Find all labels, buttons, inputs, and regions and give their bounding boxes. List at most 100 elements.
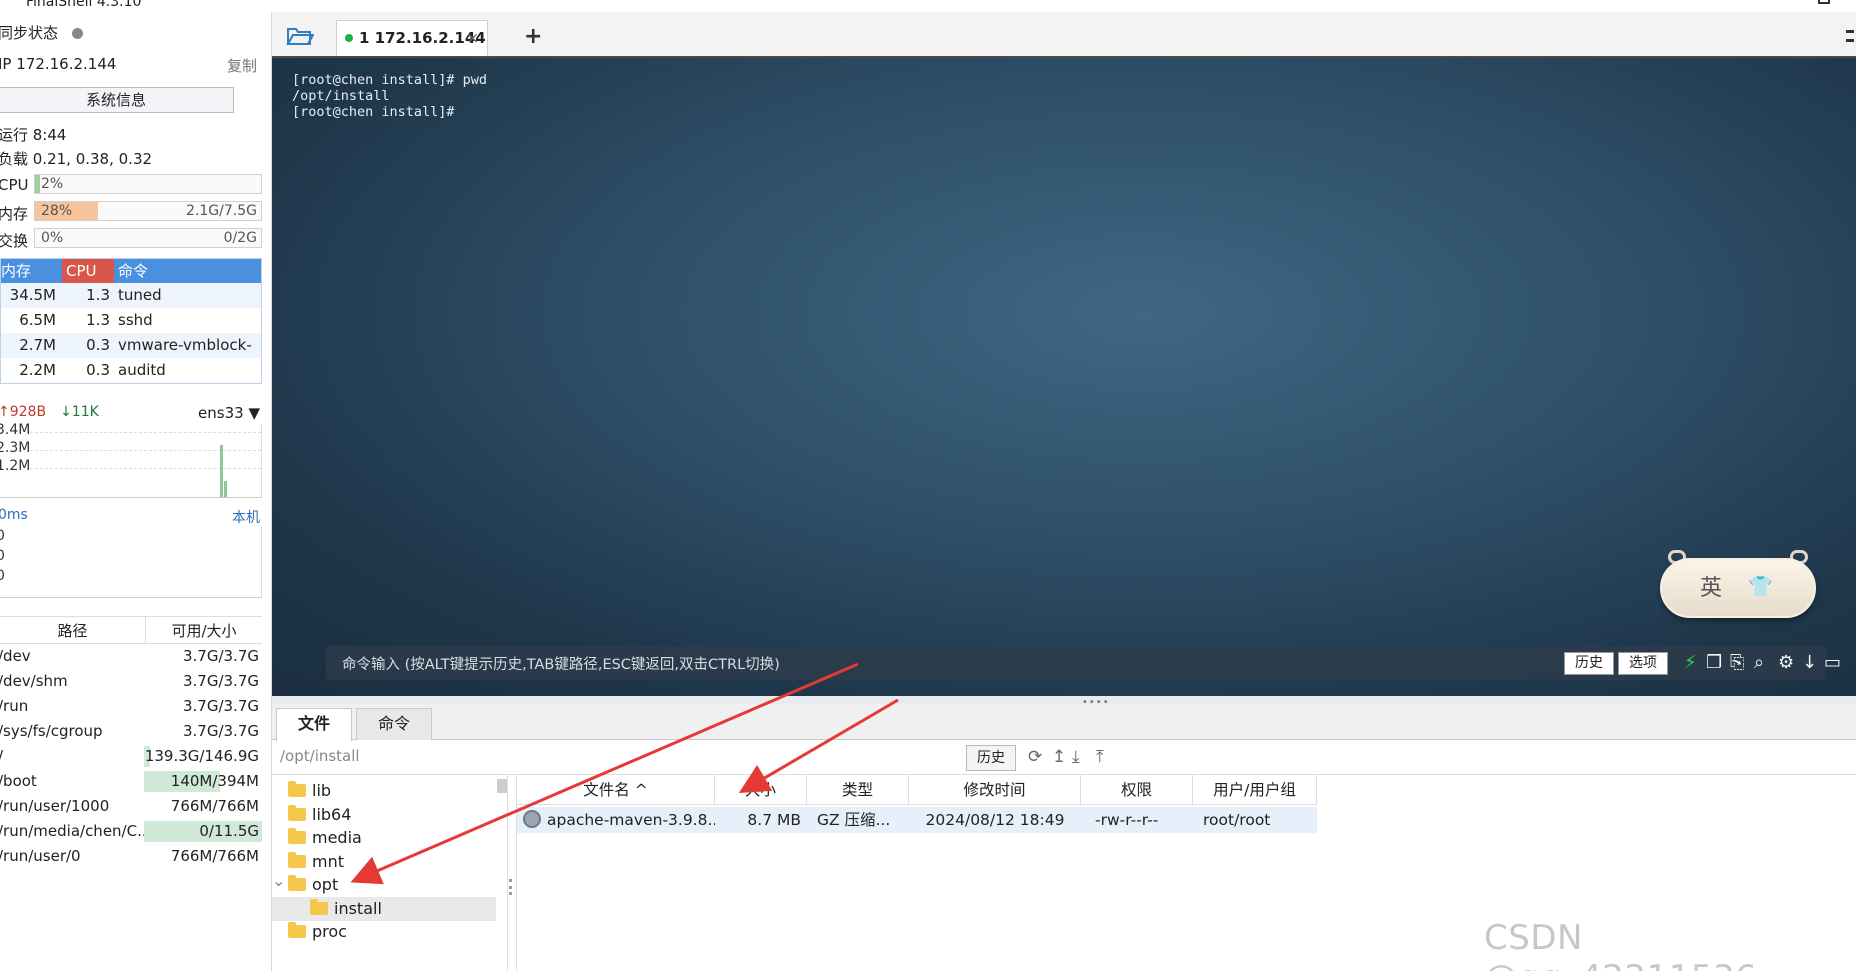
command-input[interactable]: 命令输入 (按ALT键提示历史,TAB键路径,ESC键返回,双击CTRL切换) bbox=[342, 653, 780, 674]
mem-column-header[interactable]: 内存 bbox=[1, 259, 62, 283]
disk-path: /run/user/0 bbox=[0, 847, 81, 865]
disk-row[interactable]: /run 3.7G/3.7G bbox=[0, 694, 262, 719]
upload-icon[interactable]: ⤒ bbox=[1096, 747, 1104, 767]
disk-row[interactable]: /dev/shm 3.7G/3.7G bbox=[0, 669, 262, 694]
disk-size-cell: 140M/394M bbox=[144, 769, 262, 794]
file-path-bar: /opt/install 历史 ⟳ ↥ ⤓ ⤒ bbox=[272, 741, 1856, 775]
session-tab[interactable]: 1 172.16.2.144 × bbox=[336, 20, 488, 56]
copy-ip-button[interactable]: 复制 bbox=[227, 55, 257, 76]
folder-icon bbox=[288, 875, 306, 891]
file-row[interactable]: apache-maven-3.9.8... 8.7 MB GZ 压缩... 20… bbox=[517, 807, 1317, 833]
download-icon[interactable]: ⤓ bbox=[1072, 747, 1080, 767]
options-button[interactable]: 选项 bbox=[1618, 652, 1668, 675]
splitter-grip-icon bbox=[509, 879, 512, 895]
ime-toolbar[interactable]: 英 👕 bbox=[1660, 546, 1818, 620]
panel-splitter[interactable]: •••• bbox=[272, 696, 1856, 708]
ping-stats: 0ms 本机 bbox=[0, 507, 260, 526]
sync-status-label: 同步状态 bbox=[0, 24, 59, 42]
net-scale-label: 3.4M bbox=[0, 422, 31, 438]
ping-scale-label: 0 bbox=[0, 568, 5, 584]
owner-column-header[interactable]: 用户/用户组 bbox=[1193, 775, 1317, 804]
window-icon[interactable]: ▭ bbox=[1824, 652, 1841, 673]
usage-meter: 0% 0/2G bbox=[34, 228, 262, 248]
path-input[interactable]: /opt/install bbox=[280, 747, 360, 765]
net-scale-label: 2.3M bbox=[0, 440, 31, 456]
add-tab-button[interactable]: + bbox=[524, 24, 542, 49]
interface-select[interactable]: ens33 ▼ bbox=[198, 404, 260, 422]
disk-table: 路径 可用/大小 /dev 3.7G/3.7G/dev/shm 3.7G/3.7G /… bbox=[0, 616, 262, 869]
disk-row[interactable]: /dev 3.7G/3.7G bbox=[0, 644, 262, 669]
size-column-header[interactable]: 可用/大小 bbox=[146, 617, 262, 643]
process-row[interactable]: 2.2M 0.3 auditd bbox=[1, 358, 261, 383]
close-tab-icon[interactable]: × bbox=[466, 21, 479, 55]
chevron-down-icon[interactable]: ⌄ bbox=[272, 869, 285, 893]
folder-icon bbox=[288, 922, 306, 938]
gear-icon[interactable]: ⚙ bbox=[1778, 652, 1794, 673]
ime-body bbox=[1660, 558, 1816, 618]
tree-scrollbar[interactable] bbox=[497, 779, 507, 793]
tree-item-install[interactable]: install bbox=[272, 896, 496, 921]
tree-item-lib[interactable]: lib bbox=[272, 779, 496, 803]
ime-language[interactable]: 英 bbox=[1700, 570, 1722, 602]
refresh-icon[interactable]: ⟳ bbox=[1028, 747, 1042, 767]
process-row[interactable]: 34.5M 1.3 tuned bbox=[1, 283, 261, 308]
download-arrow-icon[interactable]: ↓ bbox=[1802, 652, 1817, 673]
disk-size-cell: 0/11.5G bbox=[144, 819, 262, 844]
size-column-header[interactable]: 大小 bbox=[715, 775, 807, 804]
menu-icon[interactable] bbox=[0, 0, 10, 6]
copy-icon[interactable]: ❐ bbox=[1706, 652, 1722, 673]
name-column-header[interactable]: 文件名 ^ bbox=[517, 775, 715, 804]
tree-item-label: opt bbox=[312, 875, 339, 894]
path-column-header[interactable]: 路径 bbox=[0, 617, 146, 643]
ping-latency: 0ms bbox=[0, 507, 28, 523]
net-upload: ↑928B bbox=[0, 404, 47, 420]
tree-item-mnt[interactable]: mnt bbox=[272, 850, 496, 874]
path-history-button[interactable]: 历史 bbox=[966, 745, 1016, 771]
history-button[interactable]: 历史 bbox=[1564, 652, 1614, 675]
tree-item-lib64[interactable]: lib64 bbox=[272, 803, 496, 827]
tree-item-label: proc bbox=[312, 922, 347, 941]
terminal[interactable]: [root@chen install]# pwd /opt/install [r… bbox=[272, 58, 1856, 696]
ping-target-select[interactable]: 本机 bbox=[232, 507, 260, 527]
type-column-header[interactable]: 类型 bbox=[807, 775, 909, 804]
tab-menu-icon[interactable] bbox=[1846, 30, 1854, 42]
paste-icon[interactable]: ⎘ bbox=[1730, 652, 1744, 673]
parent-dir-icon[interactable]: ↥ bbox=[1052, 747, 1066, 767]
process-row[interactable]: 6.5M 1.3 sshd bbox=[1, 308, 261, 333]
search-icon[interactable]: ⌕ bbox=[1754, 652, 1764, 673]
terminal-line: /opt/install bbox=[292, 88, 390, 104]
quick-command-icon[interactable]: ⚡ bbox=[1684, 652, 1697, 673]
disk-path: /dev bbox=[0, 647, 31, 665]
tree-item-proc[interactable]: proc bbox=[272, 920, 496, 944]
process-list: 34.5M 1.3 tuned 6.5M 1.3 sshd 2.7M 0.3 vmware-vm… bbox=[1, 283, 261, 383]
file-list-header: 文件名 ^ 大小 类型 修改时间 权限 用户/用户组 bbox=[517, 775, 1317, 805]
meter-percent: 0% bbox=[41, 230, 64, 246]
disk-row[interactable]: /boot 140M/394M bbox=[0, 769, 262, 794]
command-column-header[interactable]: 命令 bbox=[114, 259, 261, 283]
tree-item-media[interactable]: media bbox=[272, 826, 496, 850]
disk-row[interactable]: /139.3G/146.9G bbox=[0, 744, 262, 769]
disk-row[interactable]: /run/user/0 766M/766M bbox=[0, 844, 262, 869]
tree-splitter[interactable] bbox=[508, 775, 516, 971]
archive-file-icon bbox=[523, 810, 541, 828]
permission-column-header[interactable]: 权限 bbox=[1081, 775, 1193, 804]
disk-size: 140M/394M bbox=[170, 772, 259, 790]
ime-skin-icon[interactable]: 👕 bbox=[1748, 574, 1773, 598]
disk-row[interactable]: /run/media/chen/C... 0/11.5G bbox=[0, 819, 262, 844]
tree-item-opt[interactable]: ⌄ opt bbox=[272, 871, 496, 897]
tree-item-label: mnt bbox=[312, 851, 344, 871]
tab-files[interactable]: 文件 bbox=[276, 708, 352, 741]
process-row[interactable]: 2.7M 0.3 vmware-vmblock- bbox=[1, 333, 261, 358]
system-info-button[interactable]: 系统信息 bbox=[0, 87, 234, 113]
cpu-column-header[interactable]: CPU bbox=[62, 259, 114, 283]
open-folder-icon[interactable] bbox=[286, 26, 314, 46]
maximize-button[interactable] bbox=[1818, 0, 1830, 4]
process-cpu: 0.3 bbox=[86, 361, 110, 379]
modified-column-header[interactable]: 修改时间 bbox=[909, 775, 1081, 804]
net-download: ↓11K bbox=[60, 404, 99, 420]
command-input-bar[interactable]: 命令输入 (按ALT键提示历史,TAB键路径,ESC键返回,双击CTRL切换) … bbox=[326, 646, 1841, 680]
tab-commands[interactable]: 命令 bbox=[356, 708, 432, 740]
disk-row[interactable]: /run/user/1000 766M/766M bbox=[0, 794, 262, 819]
disk-size: 139.3G/146.9G bbox=[144, 747, 259, 765]
disk-row[interactable]: /sys/fs/cgroup 3.7G/3.7G bbox=[0, 719, 262, 744]
